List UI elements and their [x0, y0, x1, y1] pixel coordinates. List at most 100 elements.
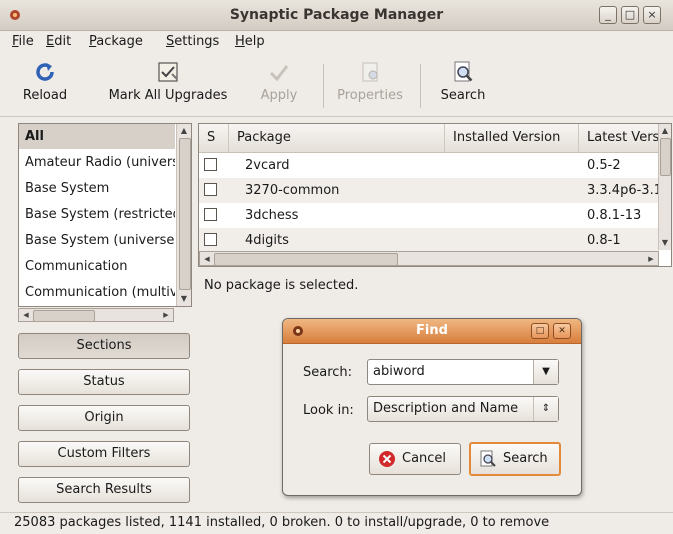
search-combo-value: abiword: [373, 364, 425, 379]
maximize-button[interactable]: □: [621, 6, 639, 24]
reload-icon: [36, 63, 54, 81]
scroll-right-arrow-icon[interactable]: ▶: [159, 308, 173, 322]
table-row[interactable]: 4digits 0.8-1: [199, 228, 659, 253]
cancel-button[interactable]: Cancel: [369, 443, 461, 475]
menu-settings[interactable]: Settings: [166, 34, 219, 49]
menu-file[interactable]: File: [12, 34, 34, 49]
latest-version: 0.8-1: [587, 233, 621, 248]
table-row[interactable]: 3dchess 0.8.1-13: [199, 203, 659, 228]
package-name: 3270-common: [245, 183, 340, 198]
look-in-value: Description and Name: [373, 401, 519, 416]
section-item[interactable]: Base System: [19, 176, 175, 201]
column-header-package[interactable]: Package: [229, 124, 445, 152]
scrollbar-thumb[interactable]: [660, 138, 671, 176]
section-item[interactable]: Amateur Radio (universe): [19, 150, 175, 175]
scrollbar-thumb[interactable]: [214, 253, 398, 266]
package-name: 4digits: [245, 233, 289, 248]
section-item[interactable]: Base System (universe): [19, 228, 175, 253]
package-name: 2vcard: [245, 158, 290, 173]
toolbar-separator: [323, 64, 324, 108]
scrollbar-thumb[interactable]: [179, 138, 191, 290]
search-button[interactable]: Search: [436, 58, 490, 112]
cancel-icon: [379, 451, 395, 467]
section-list[interactable]: All Amateur Radio (universe) Base System…: [18, 123, 192, 307]
properties-button[interactable]: Properties: [332, 58, 408, 112]
section-item[interactable]: Communication: [19, 254, 175, 279]
search-label: Search: [440, 88, 486, 103]
scroll-down-arrow-icon[interactable]: ▼: [177, 292, 191, 306]
menu-package[interactable]: Package: [89, 34, 143, 49]
search-results-button[interactable]: Search Results: [18, 477, 190, 503]
package-table-horizontal-scrollbar[interactable]: ◀ ▶: [199, 251, 659, 266]
column-header-installed-version[interactable]: Installed Version: [445, 124, 579, 152]
title-bar: Synaptic Package Manager _ □ ×: [0, 0, 673, 31]
status-bar: 25083 packages listed, 1141 installed, 0…: [0, 512, 673, 534]
column-header-status[interactable]: S: [199, 124, 229, 152]
installed-version: [445, 203, 579, 228]
cancel-label: Cancel: [402, 451, 447, 466]
package-table[interactable]: S Package Installed Version Latest Versi…: [198, 123, 672, 267]
look-in-select[interactable]: Description and Name ⇕: [367, 396, 559, 422]
status-button[interactable]: Status: [18, 369, 190, 395]
reload-button[interactable]: Reload: [16, 58, 74, 112]
scroll-up-arrow-icon[interactable]: ▲: [659, 124, 671, 138]
scroll-up-arrow-icon[interactable]: ▲: [177, 124, 191, 138]
section-item-all[interactable]: All: [19, 124, 175, 149]
combo-dropdown-arrow-icon[interactable]: ▼: [533, 360, 558, 384]
search-icon: [480, 450, 496, 467]
package-checkbox[interactable]: [204, 183, 217, 196]
scrollbar-thumb[interactable]: [33, 310, 95, 322]
window-title: Synaptic Package Manager: [229, 7, 444, 23]
dialog-search-label: Search: [503, 451, 548, 466]
package-checkbox[interactable]: [204, 233, 217, 246]
section-item[interactable]: Communication (multiverse): [19, 280, 175, 305]
close-button[interactable]: ×: [643, 6, 661, 24]
mark-all-upgrades-button[interactable]: Mark All Upgrades: [100, 58, 236, 112]
find-dialog: Find □ ✕ Search: abiword ▼ Look in: Desc…: [282, 318, 582, 496]
package-checkbox[interactable]: [204, 208, 217, 221]
installed-version: [445, 228, 579, 253]
scroll-left-arrow-icon[interactable]: ◀: [19, 308, 33, 322]
package-table-header: S Package Installed Version Latest Versi…: [199, 124, 659, 153]
menu-help[interactable]: Help: [235, 34, 265, 49]
reload-label: Reload: [22, 88, 68, 103]
toolbar: Reload Mark All Upgrades Apply Propertie…: [0, 54, 673, 117]
dialog-close-button[interactable]: ✕: [553, 323, 571, 339]
latest-version: 3.3.4p6-3.1: [587, 183, 659, 198]
scroll-left-arrow-icon[interactable]: ◀: [200, 252, 214, 266]
no-selection-message: No package is selected.: [204, 278, 359, 293]
section-item[interactable]: Base System (restricted): [19, 202, 175, 227]
section-list-horizontal-scrollbar[interactable]: ◀ ▶: [18, 308, 174, 322]
search-field-label: Search:: [303, 365, 353, 380]
package-name: 3dchess: [245, 208, 299, 223]
section-list-vertical-scrollbar[interactable]: ▲ ▼: [176, 124, 191, 306]
look-in-label: Look in:: [303, 403, 354, 418]
scroll-right-arrow-icon[interactable]: ▶: [644, 252, 658, 266]
column-header-latest-version[interactable]: Latest Version: [579, 124, 659, 152]
installed-version: [445, 153, 579, 178]
custom-filters-button[interactable]: Custom Filters: [18, 441, 190, 467]
menu-bar: File Edit Package Settings Help: [0, 31, 673, 53]
table-row[interactable]: 3270-common 3.3.4p6-3.1: [199, 178, 659, 203]
menu-edit[interactable]: Edit: [46, 34, 71, 49]
latest-version: 0.8.1-13: [587, 208, 642, 223]
scroll-down-arrow-icon[interactable]: ▼: [659, 236, 671, 250]
package-table-vertical-scrollbar[interactable]: ▲ ▼: [658, 124, 671, 250]
apply-label: Apply: [260, 88, 298, 103]
select-updown-arrows-icon: ⇕: [533, 397, 558, 421]
search-combo-input[interactable]: abiword ▼: [367, 359, 559, 385]
minimize-button[interactable]: _: [599, 6, 617, 24]
latest-version: 0.5-2: [587, 158, 621, 173]
properties-label: Properties: [337, 88, 403, 103]
status-text: 25083 packages listed, 1141 installed, 0…: [14, 515, 550, 530]
apply-button[interactable]: Apply: [254, 58, 304, 112]
mark-all-upgrades-label: Mark All Upgrades: [108, 88, 228, 103]
dialog-search-button[interactable]: Search: [469, 442, 561, 476]
search-icon: [454, 61, 473, 82]
dialog-maximize-button[interactable]: □: [531, 323, 549, 339]
table-row[interactable]: 2vcard 0.5-2: [199, 153, 659, 178]
sections-button[interactable]: Sections: [18, 333, 190, 359]
find-dialog-title-bar[interactable]: Find □ ✕: [283, 319, 581, 344]
origin-button[interactable]: Origin: [18, 405, 190, 431]
package-checkbox[interactable]: [204, 158, 217, 171]
